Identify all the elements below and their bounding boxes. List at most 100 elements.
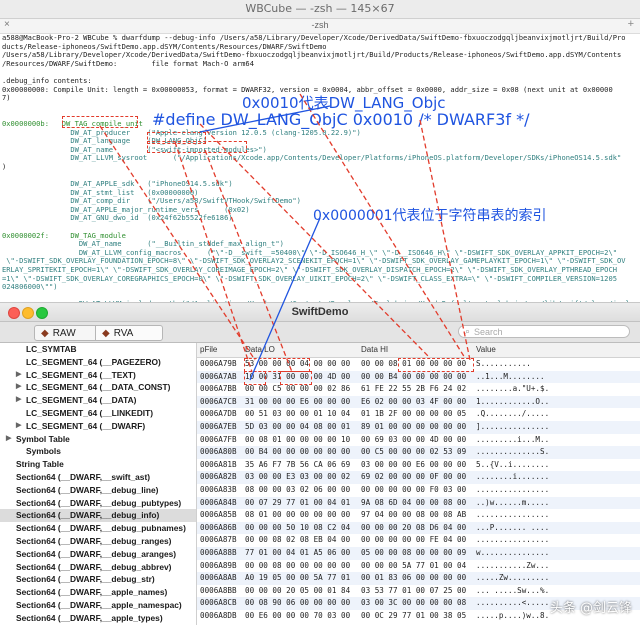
disclosure-triangle-icon[interactable]: ▶: [16, 420, 21, 433]
hex-row[interactable]: 0006A84B00 07 29 77 01 00 04 019A 08 6D …: [197, 497, 640, 510]
hex-row[interactable]: 0006A7FB00 08 01 00 00 00 00 1000 69 03 …: [197, 434, 640, 447]
hex-row[interactable]: 0006A81B35 A6 F7 7B 56 CA 06 6903 00 00 …: [197, 459, 640, 472]
hex-value: .Q......../.....: [476, 408, 549, 421]
hex-data-lo: 00 00 08 00 00 00 00 00: [245, 560, 350, 573]
hex-offset: 0006A7EB: [200, 421, 237, 434]
annotation-define: #define DW_LANG_ObjC 0x0010 /* DWARF3f *…: [152, 110, 530, 129]
hex-value: ...P....... ....: [476, 522, 549, 535]
hex-row[interactable]: 0006A7CB31 00 00 00 E6 00 00 00E6 02 00 …: [197, 396, 640, 409]
header-data-lo[interactable]: Data LO: [245, 345, 275, 354]
sidebar-tree-item[interactable]: Symbols: [0, 445, 196, 458]
app-title: SwiftDemo: [0, 306, 640, 318]
new-tab-icon[interactable]: +: [628, 18, 634, 30]
hex-row[interactable]: 0006A83B08 00 00 03 02 06 00 0000 00 00 …: [197, 484, 640, 497]
hex-table-header: pFile Data LO Data HI Value: [197, 343, 640, 358]
hex-data-lo: 35 A6 F7 7B 56 CA 06 69: [245, 459, 350, 472]
hex-value: .....Zw.........: [476, 572, 549, 585]
hex-value: ..)w......m.....: [476, 497, 549, 510]
sidebar-tree-item[interactable]: ▶ LC_SEGMENT_64 (__DWARF): [0, 420, 196, 433]
sidebar-tree-item[interactable]: ▶ LC_SEGMENT_64 (__DATA): [0, 394, 196, 407]
hex-offset: 0006A7FB: [200, 434, 237, 447]
sidebar-tree-label: Section64 (__DWARF,__debug_str): [16, 573, 155, 586]
hex-row[interactable]: 0006A8ABA0 19 05 00 00 5A 77 0100 01 83 …: [197, 572, 640, 585]
hex-table[interactable]: pFile Data LO Data HI Value 0006A79B53 0…: [197, 343, 640, 625]
search-input[interactable]: ⌕ Search: [458, 325, 630, 338]
hex-data-hi: 00 00 00 00 00 FE 04 00: [361, 534, 466, 547]
highlight-hex-len: [244, 358, 310, 372]
sidebar-tree-label: Section64 (__DWARF,__debug_ranges): [16, 535, 171, 548]
hex-data-lo: 00 51 03 00 00 01 10 04: [245, 408, 350, 421]
hex-data-hi: 01 1B 2F 00 00 00 00 05: [361, 408, 466, 421]
sidebar-tree-item[interactable]: Section64 (__DWARF,__apple_names): [0, 586, 196, 599]
hex-row[interactable]: 0006A88B77 01 00 04 01 A5 06 0005 00 00 …: [197, 547, 640, 560]
hex-offset: 0006A87B: [200, 534, 237, 547]
hex-data-hi: 61 FE 22 55 2B F6 24 02: [361, 383, 466, 396]
disclosure-triangle-icon[interactable]: ▶: [16, 381, 21, 394]
hex-row[interactable]: 0006A7EB5D 03 00 00 04 08 00 0189 01 00 …: [197, 421, 640, 434]
hex-data-lo: 03 00 00 E3 03 00 00 02: [245, 471, 350, 484]
hex-offset: 0006A7AB: [200, 371, 237, 384]
sidebar-tree-item[interactable]: String Table: [0, 458, 196, 471]
sidebar-tree-label: Symbols: [26, 445, 61, 458]
disclosure-triangle-icon[interactable]: ▶: [6, 433, 11, 446]
sidebar-tree-item[interactable]: Section64 (__DWARF,__debug_ranges): [0, 535, 196, 548]
hex-data-hi: 00 0C 29 77 01 00 38 05: [361, 610, 466, 623]
hex-row[interactable]: 0006A82B03 00 00 E3 03 00 00 0269 02 00 …: [197, 471, 640, 484]
disclosure-triangle-icon[interactable]: ▶: [16, 394, 21, 407]
sidebar-tree-label: LC_SEGMENT_64 (__PAGEZERO): [26, 356, 161, 369]
sidebar-tree-item[interactable]: Section64 (__DWARF,__debug_aranges): [0, 548, 196, 561]
hex-value: S...........: [476, 358, 531, 371]
hex-row[interactable]: 0006A80B00 B4 00 00 00 00 00 0000 C5 00 …: [197, 446, 640, 459]
hex-row[interactable]: 0006A7BB00 00 C5 00 00 00 02 8661 FE 22 …: [197, 383, 640, 396]
hex-row[interactable]: 0006A8BB00 00 00 20 05 00 01 8403 53 77 …: [197, 585, 640, 598]
rva-mode-button[interactable]: ◆ RVA: [95, 325, 163, 341]
highlight-compile-unit: [62, 116, 138, 128]
sidebar-tree-item[interactable]: Section64 (__DWARF,__apple_types): [0, 612, 196, 625]
hex-offset: 0006A8AB: [200, 572, 237, 585]
hex-value: ........a."U+.$.: [476, 383, 549, 396]
sidebar-tree-item[interactable]: ▶LC_SEGMENT_64 (__TEXT): [0, 369, 196, 382]
hex-value: 5..{V..i........: [476, 459, 549, 472]
sidebar-tree[interactable]: LC_SYMTABLC_SEGMENT_64 (__PAGEZERO)▶LC_S…: [0, 343, 197, 625]
sidebar-tree-item[interactable]: LC_SEGMENT_64 (__LINKEDIT): [0, 407, 196, 420]
terminal-line: =1\" \"-DSWIFT_SDK_OVERLAY_COREGRAPHICS_…: [2, 275, 640, 284]
sidebar-tree-item[interactable]: Section64 (__DWARF,__debug_info): [0, 509, 196, 522]
hex-data-lo: 00 00 00 50 10 08 C2 04: [245, 522, 350, 535]
sidebar-tree-item[interactable]: Section64 (__DWARF,__debug_str): [0, 573, 196, 586]
header-data-hi[interactable]: Data HI: [361, 345, 388, 354]
hex-value: ..1...M........: [476, 371, 545, 384]
hex-row[interactable]: 0006A86B00 00 00 50 10 08 C2 0400 00 00 …: [197, 522, 640, 535]
hex-row[interactable]: 0006A87B00 00 08 02 08 EB 04 0000 00 00 …: [197, 534, 640, 547]
hex-data-hi: 00 01 83 06 00 00 00 00: [361, 572, 466, 585]
sidebar-tree-item[interactable]: Section64 (__DWARF,__apple_namespac): [0, 599, 196, 612]
sidebar-tree-label: Section64 (__DWARF,__debug_pubnames): [16, 522, 186, 535]
header-pfile[interactable]: pFile: [200, 345, 217, 354]
sidebar-tree-item[interactable]: Section64 (__DWARF,__debug_abbrev): [0, 561, 196, 574]
raw-mode-button[interactable]: ◆ RAW: [34, 325, 102, 341]
hex-data-hi: 00 00 00 00 00 F0 03 00: [361, 484, 466, 497]
sidebar-tree-item[interactable]: Section64 (__DWARF,__swift_ast): [0, 471, 196, 484]
sidebar-tree-item[interactable]: Section64 (__DWARF,__debug_line): [0, 484, 196, 497]
search-icon: ⌕: [465, 326, 470, 337]
sidebar-tree-label: Section64 (__DWARF,__apple_namespac): [16, 599, 182, 612]
hex-data-hi: 00 00 00 20 08 D6 04 00: [361, 522, 466, 535]
terminal-output[interactable]: a588@MacBook-Pro-2 WBCube % dwarfdump --…: [2, 34, 640, 302]
sidebar-tree-item[interactable]: Section64 (__DWARF,__debug_pubnames): [0, 522, 196, 535]
disclosure-triangle-icon[interactable]: ▶: [16, 369, 21, 382]
sidebar-tree-item[interactable]: ▶LC_SEGMENT_64 (__DATA_CONST): [0, 381, 196, 394]
sidebar-tree-item[interactable]: ▶Symbol Table: [0, 433, 196, 446]
terminal-tabbar: × -zsh +: [0, 19, 640, 34]
sidebar-tree-item[interactable]: LC_SYMTAB: [0, 343, 196, 356]
header-value[interactable]: Value: [476, 345, 496, 354]
sidebar-tree-label: LC_SEGMENT_64 (__DATA): [26, 394, 136, 407]
terminal-tab-label[interactable]: -zsh: [0, 20, 640, 30]
sidebar-tree-item[interactable]: Section64 (__DWARF,__debug_pubtypes): [0, 497, 196, 510]
hex-row[interactable]: 0006A7DB 00 51 03 00 00 01 10 04 01 1B 2F …: [197, 408, 640, 421]
hex-offset: 0006A7DB: [200, 408, 237, 421]
hex-row[interactable]: 0006A85B08 01 00 00 00 00 00 0097 04 00 …: [197, 509, 640, 522]
hex-row[interactable]: 0006A89B00 00 08 00 00 00 00 0000 00 00 …: [197, 560, 640, 573]
sidebar-tree-label: LC_SEGMENT_64 (__DWARF): [26, 420, 145, 433]
sidebar-tree-item[interactable]: LC_SEGMENT_64 (__PAGEZERO): [0, 356, 196, 369]
hex-rows: 0006A79B53 00 00 00 04 00 00 0000 00 08 …: [197, 358, 640, 622]
hex-value: ................: [476, 484, 549, 497]
